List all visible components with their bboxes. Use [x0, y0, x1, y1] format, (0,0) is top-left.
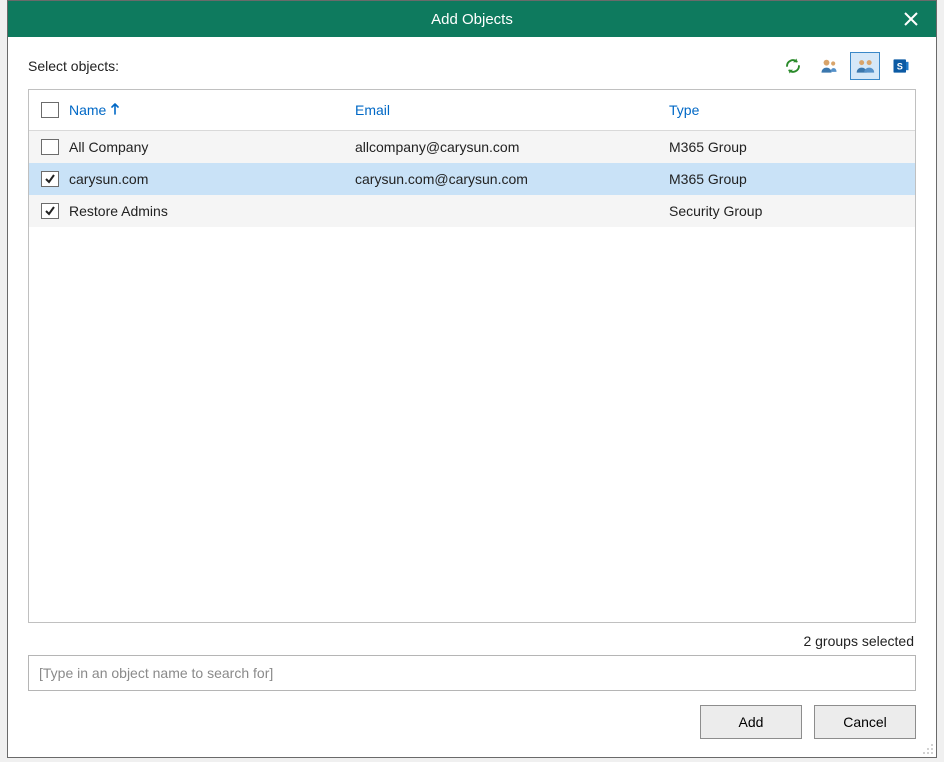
cell-name: All Company — [29, 139, 341, 155]
user-icon — [819, 56, 839, 76]
cell-type: M365 Group — [655, 171, 915, 187]
cell-type: M365 Group — [655, 139, 915, 155]
cell-name-text: carysun.com — [69, 171, 148, 187]
row-checkbox[interactable] — [41, 171, 59, 187]
refresh-icon — [784, 57, 802, 75]
column-header-type-label: Type — [669, 102, 699, 118]
row-checkbox[interactable] — [41, 139, 59, 155]
close-button[interactable] — [886, 1, 936, 37]
select-all-checkbox[interactable] — [41, 102, 59, 118]
column-header-email-label: Email — [355, 102, 390, 118]
dialog-buttons: Add Cancel — [28, 705, 916, 739]
svg-text:S: S — [897, 61, 903, 71]
cell-email: carysun.com@carysun.com — [341, 171, 655, 187]
column-header-name[interactable]: Name — [69, 102, 120, 118]
top-bar: Select objects: — [28, 51, 916, 81]
add-objects-dialog: Add Objects Select objects: — [7, 0, 937, 758]
objects-table: Name Email Type All Company allcompany@ca… — [28, 89, 916, 623]
users-filter-button[interactable] — [814, 52, 844, 80]
cell-name: carysun.com — [29, 171, 341, 187]
search-input[interactable] — [28, 655, 916, 691]
column-header-name-label: Name — [69, 102, 106, 118]
cell-name: Restore Admins — [29, 203, 341, 219]
table-row[interactable]: Restore Admins Security Group — [29, 195, 915, 227]
dialog-content: Select objects: — [8, 37, 936, 757]
table-body: All Company allcompany@carysun.comM365 Gr… — [29, 131, 915, 622]
table-header: Name Email Type — [29, 90, 915, 131]
users-icon — [855, 56, 875, 76]
cell-email: allcompany@carysun.com — [341, 139, 655, 155]
resize-grip-icon[interactable] — [920, 741, 934, 755]
column-header-type[interactable]: Type — [655, 102, 915, 118]
filter-toolbar: S — [778, 52, 916, 80]
cell-name-text: Restore Admins — [69, 203, 168, 219]
cell-type: Security Group — [655, 203, 915, 219]
column-header-email[interactable]: Email — [341, 102, 655, 118]
close-icon — [904, 12, 918, 26]
arrow-up-icon — [110, 102, 120, 118]
sharepoint-filter-button[interactable]: S — [886, 52, 916, 80]
sharepoint-icon: S — [891, 56, 911, 76]
dialog-title: Add Objects — [431, 11, 513, 28]
table-row[interactable]: carysun.com carysun.com@carysun.comM365 G… — [29, 163, 915, 195]
select-objects-label: Select objects: — [28, 58, 119, 74]
row-checkbox[interactable] — [41, 203, 59, 219]
dialog-titlebar: Add Objects — [8, 1, 936, 37]
add-button[interactable]: Add — [700, 705, 802, 739]
selection-status: 2 groups selected — [28, 623, 916, 655]
refresh-button[interactable] — [778, 52, 808, 80]
table-row[interactable]: All Company allcompany@carysun.comM365 Gr… — [29, 131, 915, 163]
cell-name-text: All Company — [69, 139, 148, 155]
cancel-button[interactable]: Cancel — [814, 705, 916, 739]
groups-filter-button[interactable] — [850, 52, 880, 80]
